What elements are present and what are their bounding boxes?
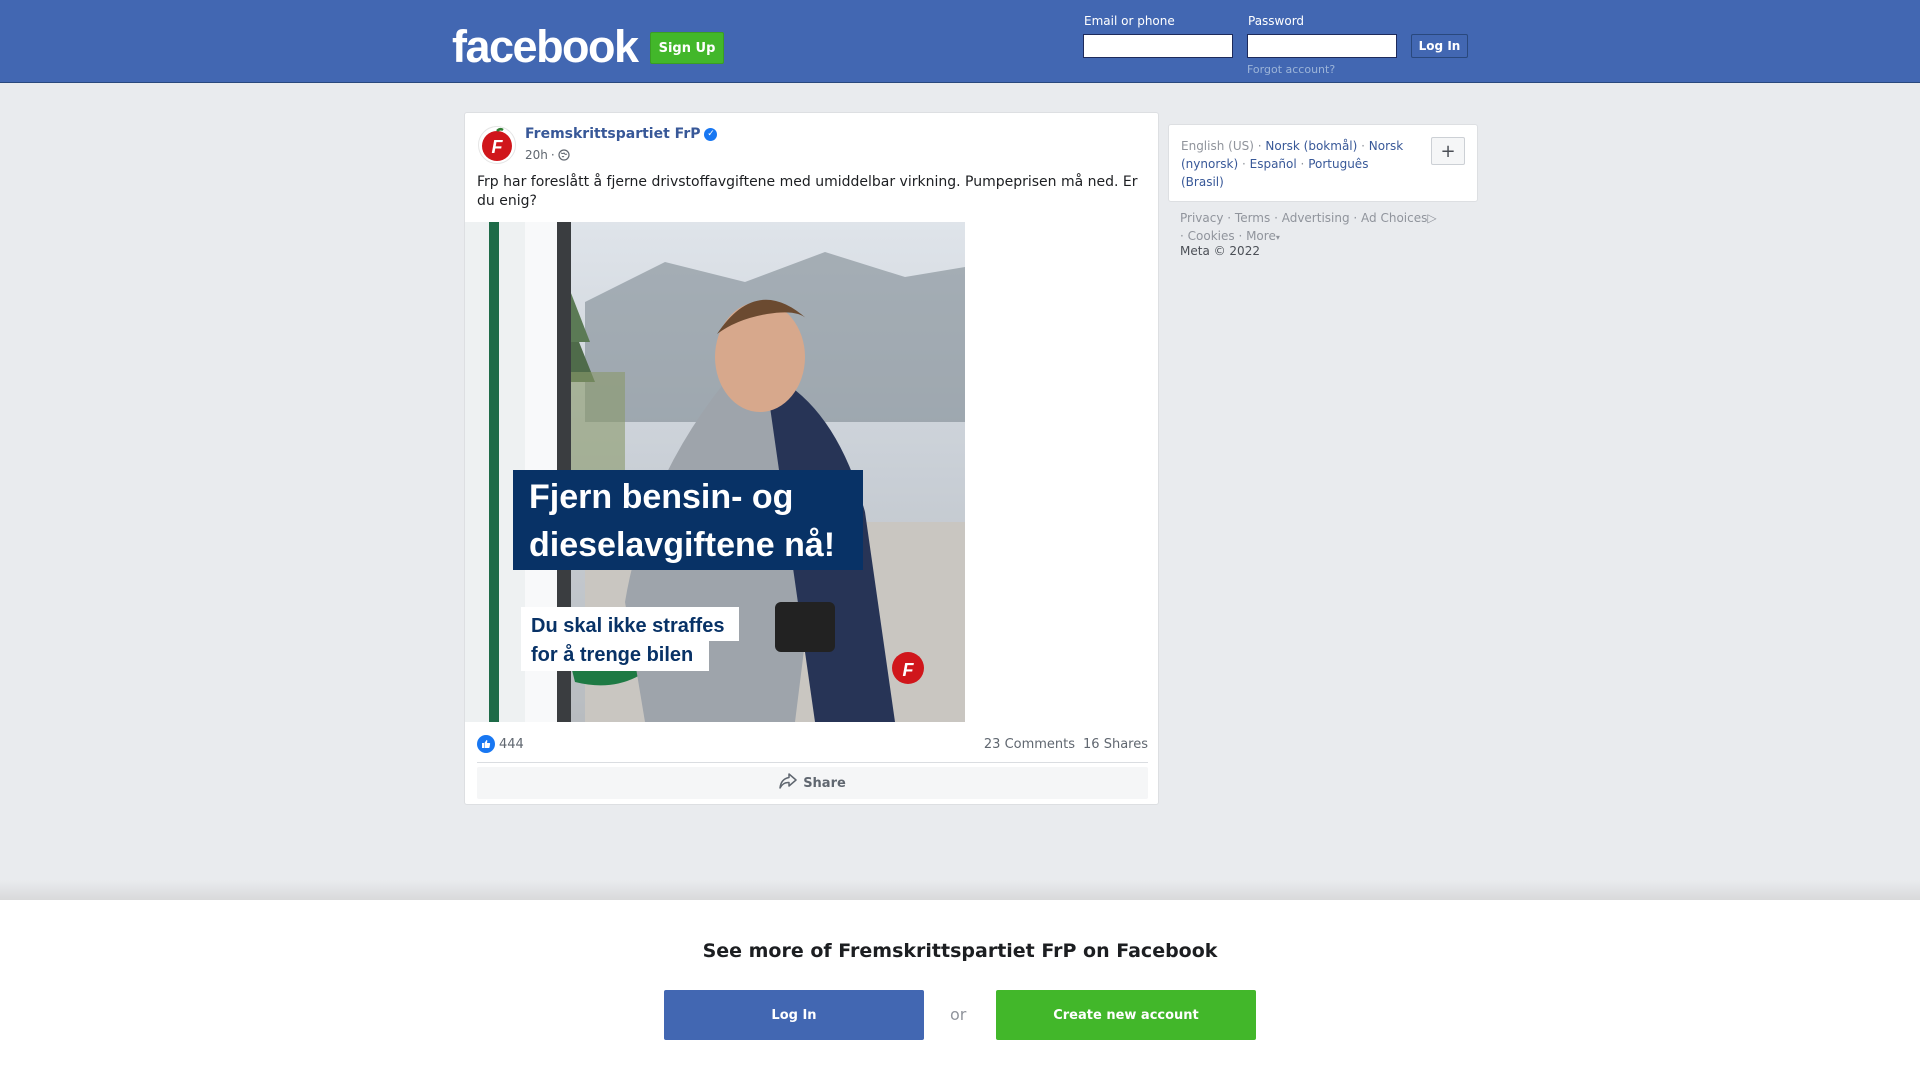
svg-text:F: F xyxy=(903,660,915,680)
svg-text:for å trenge bilen: for å trenge bilen xyxy=(531,643,693,666)
post-image[interactable]: Fjern bensin- og dieselavgiftene nå! Du … xyxy=(465,222,965,722)
password-label: Password xyxy=(1248,14,1305,28)
footer-cookies[interactable]: Cookies xyxy=(1188,229,1235,243)
facebook-logo[interactable]: facebook xyxy=(452,22,639,72)
page-avatar[interactable]: F xyxy=(478,126,516,164)
footer-advertising[interactable]: Advertising xyxy=(1282,211,1350,225)
forgot-account-link[interactable]: Forgot account? xyxy=(1247,63,1335,76)
password-field[interactable] xyxy=(1247,34,1397,58)
verified-badge-icon: ✓ xyxy=(704,127,718,141)
separator-dot: · xyxy=(550,148,555,162)
shares-count[interactable]: 16 Shares xyxy=(1083,737,1148,752)
share-label: Share xyxy=(803,775,846,791)
lang-norsk-bokmal[interactable]: Norsk (bokmål) xyxy=(1265,139,1357,153)
lang-english-us[interactable]: English (US) xyxy=(1181,139,1254,153)
post-text: Frp har foreslått å fjerne drivstoffavgi… xyxy=(477,174,1138,209)
login-prompt-banner: See more of Fremskrittspartiet FrP on Fa… xyxy=(0,900,1920,1080)
footer-more[interactable]: More xyxy=(1246,229,1276,243)
svg-text:dieselavgiftene nå!: dieselavgiftene nå! xyxy=(529,526,835,564)
footer-privacy[interactable]: Privacy xyxy=(1180,211,1223,225)
banner-shadow xyxy=(0,880,1920,900)
more-languages-button[interactable]: + xyxy=(1431,137,1465,165)
language-selector: English (US) · Norsk (bokmål) · Norsk (n… xyxy=(1168,124,1478,202)
divider xyxy=(477,762,1148,763)
email-field[interactable] xyxy=(1083,34,1233,58)
banner-or-text: or xyxy=(950,1005,967,1024)
language-list: English (US) · Norsk (bokmål) · Norsk (n… xyxy=(1181,139,1404,189)
like-count[interactable]: 444 xyxy=(499,737,524,752)
login-button[interactable]: Log In xyxy=(1411,34,1468,58)
like-reaction-icon xyxy=(477,735,495,753)
top-navbar: facebook Sign Up Email or phone Password… xyxy=(0,0,1920,83)
copyright: Meta © 2022 xyxy=(1180,244,1260,258)
frp-logo-icon: F xyxy=(482,127,512,161)
share-icon xyxy=(779,773,797,793)
share-button[interactable]: Share xyxy=(477,767,1148,799)
footer-links: Privacy · Terms · Advertising · Ad Choic… xyxy=(1180,211,1437,243)
caret-down-icon: ▾ xyxy=(1275,233,1280,242)
svg-text:F: F xyxy=(492,137,504,157)
post-timestamp[interactable]: 20h xyxy=(525,148,548,162)
svg-text:Du skal ikke straffes: Du skal ikke straffes xyxy=(531,615,724,637)
globe-icon xyxy=(558,149,570,161)
lang-espanol[interactable]: Español xyxy=(1250,157,1297,171)
signup-button[interactable]: Sign Up xyxy=(650,32,724,64)
ad-choices-icon: ▷ xyxy=(1427,211,1437,225)
banner-login-button[interactable]: Log In xyxy=(664,990,924,1040)
footer-terms[interactable]: Terms xyxy=(1235,211,1270,225)
email-label: Email or phone xyxy=(1084,14,1175,28)
footer-ad-choices[interactable]: Ad Choices xyxy=(1361,211,1427,225)
banner-title: See more of Fremskrittspartiet FrP on Fa… xyxy=(702,940,1218,962)
post-card: F Fremskrittspartiet FrP ✓ 20h · Frp har… xyxy=(464,112,1159,805)
create-account-button[interactable]: Create new account xyxy=(996,990,1256,1040)
comments-count[interactable]: 23 Comments xyxy=(984,737,1075,752)
page-name-link[interactable]: Fremskrittspartiet FrP xyxy=(525,126,700,142)
svg-text:Fjern bensin- og: Fjern bensin- og xyxy=(529,478,793,516)
